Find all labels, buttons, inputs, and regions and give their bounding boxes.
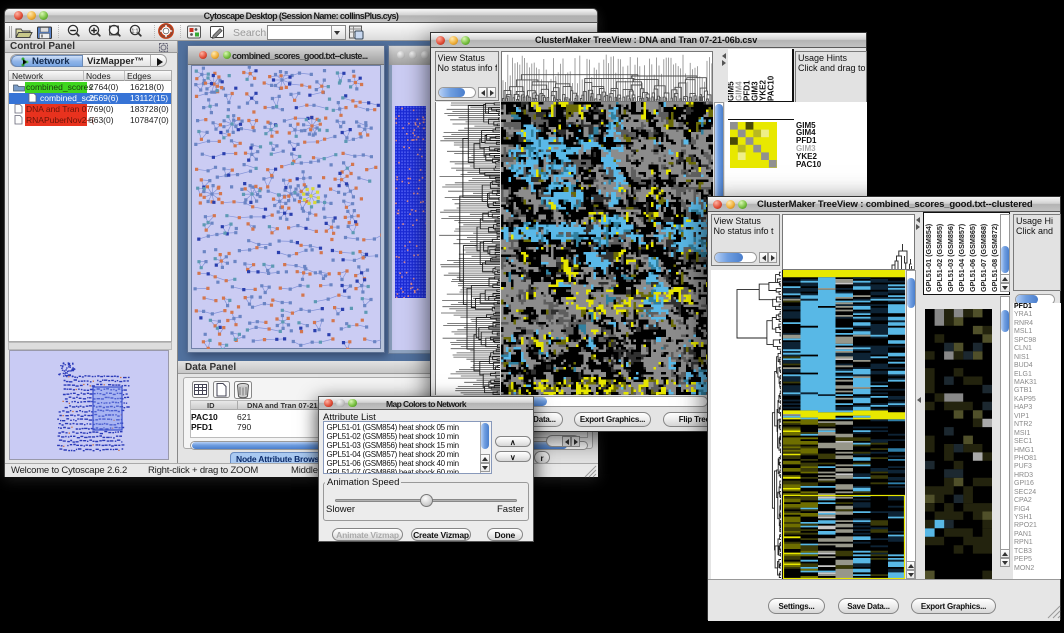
svg-text:GPL51-07 (GSM868): GPL51-07 (GSM868) — [979, 223, 988, 292]
svg-text:GPL51-02 (GSM855): GPL51-02 (GSM855) — [935, 223, 944, 292]
svg-text:GPL51-03 (GSM856): GPL51-03 (GSM856) — [946, 223, 955, 292]
svg-text:PAC10: PAC10 — [767, 75, 776, 101]
svg-text:GPL51-04 (GSM857): GPL51-04 (GSM857) — [957, 223, 966, 292]
svg-text:GPL51-01 (GSM854): GPL51-01 (GSM854) — [924, 223, 933, 292]
svg-text:GPL51-06 (GSM865): GPL51-06 (GSM865) — [968, 223, 977, 292]
svg-text:GPL51-08 (GSM872): GPL51-08 (GSM872) — [990, 223, 999, 292]
svg-text:1:1: 1:1 — [132, 29, 139, 35]
